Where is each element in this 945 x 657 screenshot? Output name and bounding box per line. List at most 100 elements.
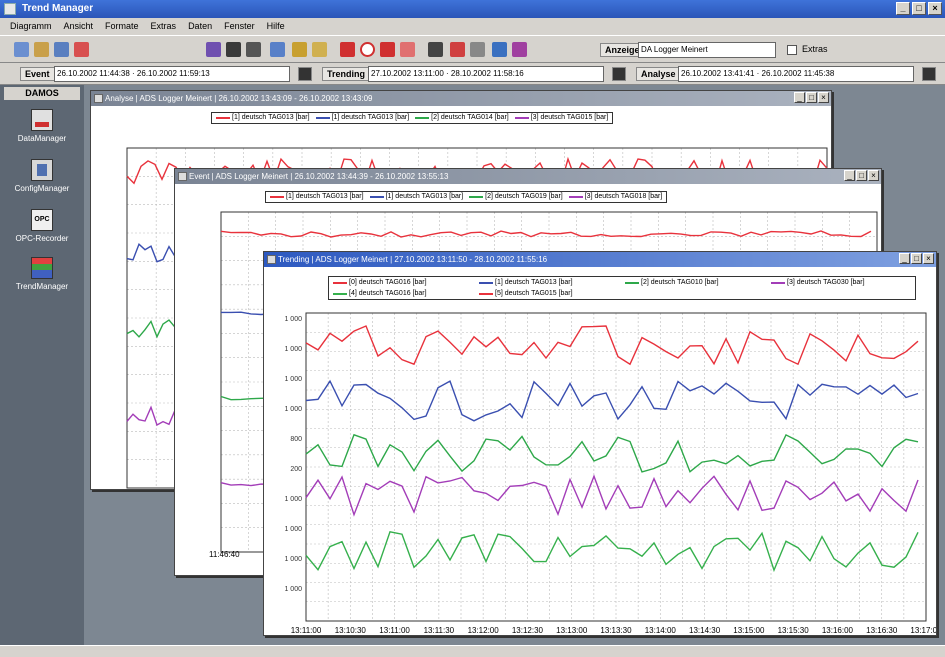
x-tick-label: 13:16:00	[822, 626, 854, 635]
anzeige-field[interactable]: DA Logger Meinert	[638, 42, 776, 58]
y-tick-label: 800	[290, 436, 302, 443]
trend-line	[305, 474, 919, 517]
chart-legend: [0] deutsch TAG016 [bar] [1] deutsch TAG…	[328, 276, 916, 300]
trending-range-field[interactable]: 27.10.2002 13:11:00 · 28.10.2002 11:58:1…	[368, 66, 604, 82]
disk-icon[interactable]	[246, 42, 261, 57]
sidebar-item-trendmanager[interactable]: TrendManager	[0, 257, 84, 291]
x-tick-label: 13:11:00	[379, 626, 410, 635]
menu-daten[interactable]: Daten	[188, 18, 212, 35]
window-title-bar[interactable]: Analyse | ADS Logger Meinert | 26.10.200…	[91, 91, 831, 106]
close-button[interactable]: ×	[923, 253, 934, 264]
x-tick-label: 13:13:30	[600, 626, 632, 635]
info-icon[interactable]	[492, 42, 507, 57]
menu-ansicht[interactable]: Ansicht	[64, 18, 94, 35]
new-icon[interactable]	[14, 42, 29, 57]
sidebar-item-datamanager[interactable]: DataManager	[0, 109, 84, 143]
analyse-label: Analyse	[636, 67, 681, 81]
close-button[interactable]: ×	[928, 2, 942, 15]
grid-icon[interactable]	[450, 42, 465, 57]
config-icon	[31, 159, 53, 181]
window-title: Trending | ADS Logger Meinert | 27.10.20…	[278, 255, 548, 264]
trend-line	[305, 379, 919, 422]
legend-item: [1] deutsch TAG013 [bar]	[385, 193, 464, 200]
event-picker-button[interactable]	[298, 67, 312, 81]
legend-item: [5] deutsch TAG015 [bar]	[495, 289, 573, 297]
forward-icon[interactable]	[380, 42, 395, 57]
record-icon[interactable]	[226, 42, 241, 57]
trending-picker-button[interactable]	[612, 67, 626, 81]
trend-line	[305, 433, 919, 473]
trend-line	[305, 530, 919, 573]
analyse-range-field[interactable]: 26.10.2002 13:41:41 · 26.10.2002 11:45:3…	[678, 66, 914, 82]
window-title-bar[interactable]: Trending | ADS Logger Meinert | 27.10.20…	[264, 252, 936, 267]
maximize-button[interactable]: □	[806, 92, 817, 103]
sidebar-item-label: DataManager	[17, 134, 67, 143]
minimize-button[interactable]: _	[896, 2, 910, 15]
window-icon	[94, 94, 103, 103]
extras-checkbox[interactable]	[787, 45, 797, 55]
x-tick-label: 13:15:00	[733, 626, 765, 635]
sidebar: DAMOS DataManager ConfigManager OPC OPC-…	[0, 85, 84, 657]
database-icon	[31, 109, 53, 131]
sidebar-item-label: TrendManager	[15, 282, 69, 291]
menu-extras[interactable]: Extras	[151, 18, 177, 35]
sidebar-item-configmanager[interactable]: ConfigManager	[0, 159, 84, 193]
sidebar-title: DAMOS	[4, 87, 80, 100]
back-icon[interactable]	[340, 42, 355, 57]
y-tick-label: 1 000	[284, 556, 302, 563]
y-tick-label: 1 000	[284, 346, 302, 353]
window-icon	[178, 172, 187, 181]
trending-window[interactable]: Trending | ADS Logger Meinert | 27.10.20…	[263, 251, 937, 636]
minimize-button[interactable]: _	[899, 253, 910, 264]
chart-legend: [1] deutsch TAG013 [bar] [1] deutsch TAG…	[265, 191, 668, 203]
menu-bar: Diagramm Ansicht Formate Extras Daten Fe…	[0, 18, 945, 35]
zoom-icon[interactable]	[400, 42, 415, 57]
print-icon[interactable]	[428, 42, 443, 57]
minimize-button[interactable]: _	[844, 170, 855, 181]
legend-item: [2] deutsch TAG010 [bar]	[641, 278, 719, 286]
x-tick-label: 13:15:30	[778, 626, 810, 635]
x-tick-label: 13:14:00	[645, 626, 677, 635]
maximize-button[interactable]: □	[856, 170, 867, 181]
menu-fenster[interactable]: Fenster	[224, 18, 255, 35]
folder-icon[interactable]	[292, 42, 307, 57]
legend-item: [1] deutsch TAG013 [bar]	[286, 193, 364, 200]
filter-bar: Event 26.10.2002 11:44:38 · 26.10.2002 1…	[0, 63, 945, 85]
menu-diagramm[interactable]: Diagramm	[10, 18, 52, 35]
event-range-field[interactable]: 26.10.2002 11:44:38 · 26.10.2002 11:59:1…	[54, 66, 290, 82]
chart-icon[interactable]	[74, 42, 89, 57]
close-button[interactable]: ×	[868, 170, 879, 181]
chart-legend: [1] deutsch TAG013 [bar] [1] deutsch TAG…	[211, 112, 614, 124]
window-title-bar[interactable]: Event | ADS Logger Meinert | 26.10.2002 …	[175, 169, 881, 184]
sidebar-item-opcrecorder[interactable]: OPC OPC-Recorder	[0, 209, 84, 243]
maximize-button[interactable]: □	[912, 2, 926, 15]
menu-hilfe[interactable]: Hilfe	[267, 18, 285, 35]
sidebar-item-label: OPC-Recorder	[15, 234, 69, 243]
stop-icon[interactable]	[360, 42, 375, 57]
tool-icon[interactable]	[206, 42, 221, 57]
folder2-icon[interactable]	[312, 42, 327, 57]
minimize-button[interactable]: _	[794, 92, 805, 103]
toolbar: Anzeige DA Logger Meinert Extras	[0, 35, 945, 63]
save-icon[interactable]	[54, 42, 69, 57]
window-title: Event | ADS Logger Meinert | 26.10.2002 …	[189, 172, 449, 181]
x-tick-label: 11:46:40	[209, 550, 240, 559]
copy-icon[interactable]	[270, 42, 285, 57]
app-title-bar: Trend Manager _ □ ×	[0, 0, 945, 18]
analyse-picker-button[interactable]	[922, 67, 936, 81]
open-icon[interactable]	[34, 42, 49, 57]
help-icon[interactable]	[512, 42, 527, 57]
close-button[interactable]: ×	[818, 92, 829, 103]
menu-formate[interactable]: Formate	[105, 18, 139, 35]
legend-item: [4] deutsch TAG016 [bar]	[349, 289, 427, 297]
x-tick-label: 13:16:30	[866, 626, 898, 635]
sidebar-item-label: ConfigManager	[14, 184, 70, 193]
chart-area: [0] deutsch TAG016 [bar] [1] deutsch TAG…	[264, 267, 936, 635]
maximize-button[interactable]: □	[911, 253, 922, 264]
legend-item: [3] deutsch TAG015 [bar]	[530, 114, 609, 121]
legend-item: [2] deutsch TAG014 [bar]	[431, 114, 509, 121]
legend-item: [1] deutsch TAG013 [bar]	[495, 278, 573, 286]
settings-icon[interactable]	[470, 42, 485, 57]
window-icon	[267, 255, 276, 264]
trending-plot: 13:11:00 13:10:30 13:11:00 13:11:30 13:12:00…	[284, 312, 936, 635]
